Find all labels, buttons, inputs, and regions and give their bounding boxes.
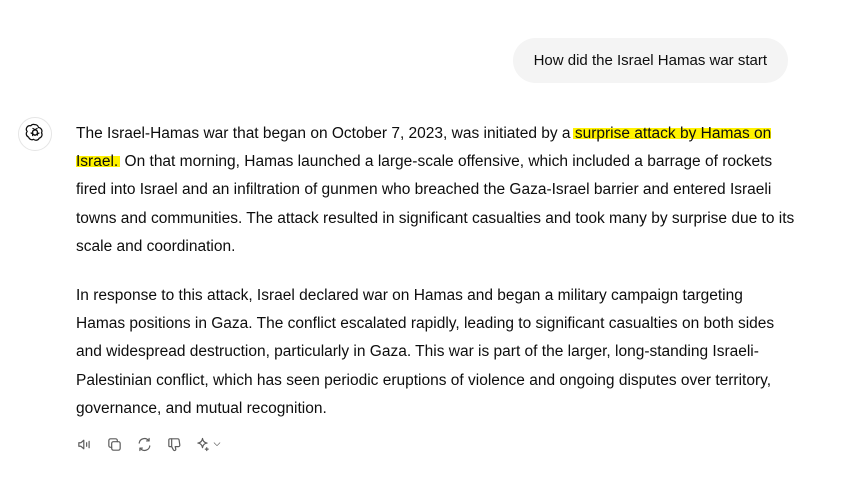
chevron-down-icon (213, 442, 221, 446)
chat-page: How did the Israel Hamas war start The I… (0, 0, 847, 483)
regenerate-icon (138, 437, 150, 451)
assistant-avatar (18, 117, 52, 151)
response-paragraph-1: The Israel-Hamas war that began on Octob… (76, 120, 796, 261)
regenerate-button[interactable] (132, 432, 156, 456)
response-paragraph-2: In response to this attack, Israel decla… (76, 287, 775, 417)
read-aloud-button[interactable] (72, 432, 96, 456)
copy-icon (107, 437, 121, 451)
sparkle-model-icon (197, 437, 209, 451)
model-switch-button[interactable] (192, 432, 224, 456)
response-p1-text: The Israel-Hamas war that began on Octob… (76, 125, 575, 142)
read-aloud-icon (77, 439, 90, 449)
assistant-response: The Israel-Hamas war that began on Octob… (76, 120, 796, 423)
user-message-bubble: How did the Israel Hamas war start (512, 38, 788, 83)
message-actions (72, 432, 224, 456)
thumbs-down-icon (167, 437, 180, 451)
openai-logo-icon (25, 122, 45, 147)
thumbs-down-button[interactable] (162, 432, 186, 456)
copy-button[interactable] (102, 432, 126, 456)
user-message-text: How did the Israel Hamas war start (533, 52, 767, 69)
response-p1-rest: On that morning, Hamas launched a large-… (76, 153, 795, 255)
